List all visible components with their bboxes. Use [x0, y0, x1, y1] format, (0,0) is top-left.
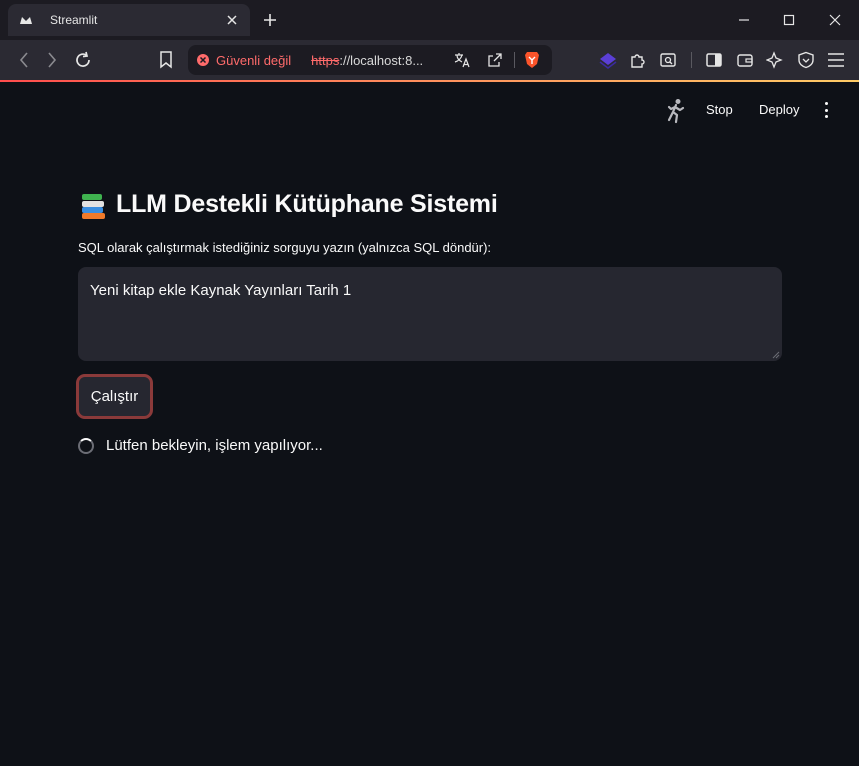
extensions-puzzle-icon[interactable]	[628, 50, 648, 70]
browser-tabbar: Streamlit	[0, 0, 859, 40]
browser-tab[interactable]: Streamlit	[8, 4, 250, 36]
extension-layers-icon[interactable]	[598, 50, 618, 70]
query-label: SQL olarak çalıştırmak istediğiniz sorgu…	[78, 240, 492, 255]
tab-title: Streamlit	[50, 13, 98, 27]
share-icon[interactable]	[487, 52, 503, 68]
menu-hamburger-icon[interactable]	[826, 50, 846, 70]
loading-spinner-icon	[78, 437, 94, 454]
page-title-text: LLM Destekli Kütüphane Sistemi	[116, 190, 498, 218]
query-value: Yeni kitap ekle Kaynak Yayınları Tarih 1	[90, 282, 352, 299]
url-text[interactable]: https://localhost:8...	[311, 53, 423, 68]
back-icon[interactable]	[14, 50, 34, 70]
url-host: ://localhost:8...	[339, 52, 424, 68]
run-button[interactable]: Çalıştır	[76, 374, 153, 419]
main-menu-icon[interactable]	[818, 100, 834, 120]
page-title: LLM Destekli Kütüphane Sistemi	[80, 190, 498, 219]
translate-icon[interactable]	[454, 52, 471, 68]
bookmark-icon[interactable]	[156, 50, 176, 70]
resize-handle-icon[interactable]	[772, 351, 780, 359]
url-protocol: https	[311, 52, 340, 68]
stop-button[interactable]: Stop	[706, 102, 733, 117]
address-bar[interactable]: Güvenli değil https://localhost:8...	[188, 45, 552, 75]
reader-search-icon[interactable]	[658, 50, 678, 70]
close-window-icon[interactable]	[823, 8, 847, 32]
vpn-shield-icon[interactable]	[796, 50, 816, 70]
new-tab-icon[interactable]	[260, 10, 280, 30]
brave-shields-icon[interactable]	[524, 51, 540, 69]
app-header: Stop Deploy	[0, 82, 859, 140]
status-spinner-row: Lütfen bekleyin, işlem yapılıyor...	[78, 437, 323, 454]
close-tab-icon[interactable]	[224, 12, 240, 28]
running-man-icon	[664, 98, 688, 124]
status-text: Lütfen bekleyin, işlem yapılıyor...	[106, 437, 323, 454]
toolbar-divider	[691, 52, 692, 68]
streamlit-favicon-icon	[18, 12, 34, 28]
security-warning[interactable]: Güvenli değil	[216, 53, 291, 68]
streamlit-app: Stop Deploy LLM Destekli Kütüphane Siste…	[0, 82, 859, 766]
maximize-window-icon[interactable]	[777, 8, 801, 32]
deploy-button[interactable]: Deploy	[759, 102, 799, 117]
leo-ai-sparkle-icon[interactable]	[765, 50, 785, 70]
sidebar-toggle-icon[interactable]	[704, 50, 724, 70]
url-divider	[514, 52, 515, 68]
reload-icon[interactable]	[73, 50, 93, 70]
forward-icon[interactable]	[42, 50, 62, 70]
books-icon	[80, 192, 106, 219]
minimize-window-icon[interactable]	[732, 8, 756, 32]
wallet-icon[interactable]	[735, 50, 755, 70]
warning-circle-icon	[196, 53, 210, 67]
query-textarea[interactable]: Yeni kitap ekle Kaynak Yayınları Tarih 1	[78, 267, 782, 361]
